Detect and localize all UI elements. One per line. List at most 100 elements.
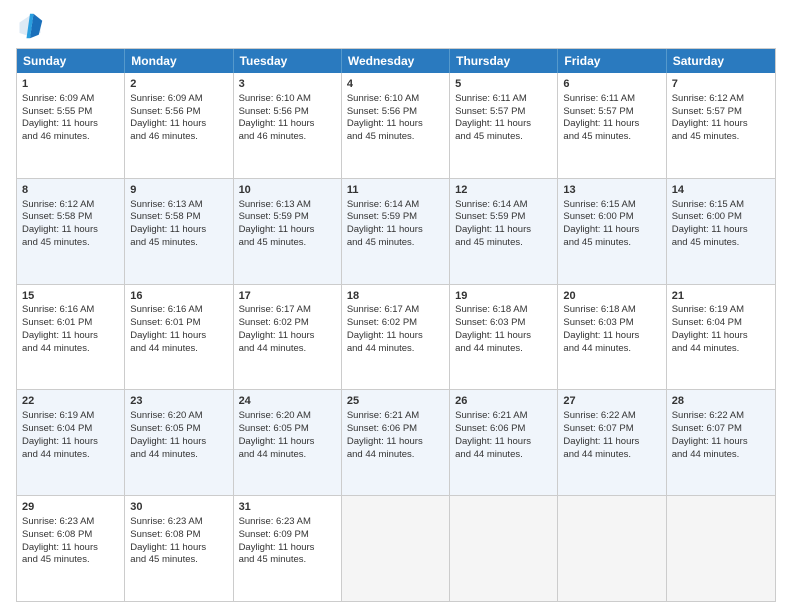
calendar-row-4: 22Sunrise: 6:19 AMSunset: 6:04 PMDayligh…: [17, 389, 775, 495]
calendar-cell-day-26: 26Sunrise: 6:21 AMSunset: 6:06 PMDayligh…: [450, 390, 558, 495]
day-info-line: Daylight: 11 hours: [130, 436, 227, 449]
header-day-wednesday: Wednesday: [342, 49, 450, 73]
day-number: 31: [239, 500, 336, 515]
day-info-line: Sunrise: 6:23 AM: [130, 516, 227, 529]
day-info-line: Sunset: 6:07 PM: [563, 423, 660, 436]
calendar-cell-day-12: 12Sunrise: 6:14 AMSunset: 5:59 PMDayligh…: [450, 179, 558, 284]
calendar-cell-day-29: 29Sunrise: 6:23 AMSunset: 6:08 PMDayligh…: [17, 496, 125, 601]
day-info-line: Sunset: 5:57 PM: [672, 106, 770, 119]
day-info-line: Sunrise: 6:22 AM: [672, 410, 770, 423]
day-info-line: Sunrise: 6:17 AM: [239, 304, 336, 317]
logo-icon: [16, 12, 44, 40]
day-number: 13: [563, 183, 660, 198]
day-number: 17: [239, 289, 336, 304]
day-info-line: Daylight: 11 hours: [347, 330, 444, 343]
day-info-line: Sunrise: 6:13 AM: [239, 199, 336, 212]
day-info-line: and 45 minutes.: [672, 237, 770, 250]
calendar-cell-day-6: 6Sunrise: 6:11 AMSunset: 5:57 PMDaylight…: [558, 73, 666, 178]
day-info-line: Daylight: 11 hours: [239, 330, 336, 343]
day-info-line: Sunrise: 6:11 AM: [455, 93, 552, 106]
day-info-line: Sunset: 5:57 PM: [455, 106, 552, 119]
day-number: 19: [455, 289, 552, 304]
calendar-cell-day-21: 21Sunrise: 6:19 AMSunset: 6:04 PMDayligh…: [667, 285, 775, 390]
day-info-line: and 45 minutes.: [22, 237, 119, 250]
calendar-cell-empty: [667, 496, 775, 601]
day-info-line: and 45 minutes.: [563, 237, 660, 250]
day-info-line: Daylight: 11 hours: [455, 118, 552, 131]
day-info-line: Sunset: 6:05 PM: [239, 423, 336, 436]
day-info-line: Daylight: 11 hours: [563, 224, 660, 237]
day-info-line: Sunrise: 6:13 AM: [130, 199, 227, 212]
day-info-line: Daylight: 11 hours: [455, 436, 552, 449]
day-info-line: and 46 minutes.: [239, 131, 336, 144]
day-number: 18: [347, 289, 444, 304]
day-info-line: Sunset: 6:00 PM: [672, 211, 770, 224]
day-number: 22: [22, 394, 119, 409]
calendar-cell-day-15: 15Sunrise: 6:16 AMSunset: 6:01 PMDayligh…: [17, 285, 125, 390]
day-info-line: Sunset: 6:00 PM: [563, 211, 660, 224]
day-number: 26: [455, 394, 552, 409]
calendar-cell-day-20: 20Sunrise: 6:18 AMSunset: 6:03 PMDayligh…: [558, 285, 666, 390]
day-info-line: Daylight: 11 hours: [22, 436, 119, 449]
day-info-line: Sunrise: 6:16 AM: [22, 304, 119, 317]
day-number: 7: [672, 77, 770, 92]
day-number: 21: [672, 289, 770, 304]
calendar-cell-day-22: 22Sunrise: 6:19 AMSunset: 6:04 PMDayligh…: [17, 390, 125, 495]
calendar-cell-day-9: 9Sunrise: 6:13 AMSunset: 5:58 PMDaylight…: [125, 179, 233, 284]
calendar-cell-day-3: 3Sunrise: 6:10 AMSunset: 5:56 PMDaylight…: [234, 73, 342, 178]
day-number: 12: [455, 183, 552, 198]
day-info-line: Daylight: 11 hours: [22, 118, 119, 131]
day-info-line: Sunset: 6:06 PM: [347, 423, 444, 436]
day-info-line: and 46 minutes.: [130, 131, 227, 144]
day-number: 28: [672, 394, 770, 409]
day-info-line: Sunset: 5:57 PM: [563, 106, 660, 119]
calendar-cell-day-10: 10Sunrise: 6:13 AMSunset: 5:59 PMDayligh…: [234, 179, 342, 284]
calendar-cell-day-18: 18Sunrise: 6:17 AMSunset: 6:02 PMDayligh…: [342, 285, 450, 390]
day-info-line: Sunrise: 6:15 AM: [563, 199, 660, 212]
day-info-line: and 46 minutes.: [22, 131, 119, 144]
day-info-line: Daylight: 11 hours: [130, 118, 227, 131]
calendar-row-1: 1Sunrise: 6:09 AMSunset: 5:55 PMDaylight…: [17, 73, 775, 178]
day-info-line: and 44 minutes.: [563, 343, 660, 356]
day-info-line: Sunrise: 6:09 AM: [130, 93, 227, 106]
day-info-line: Sunset: 5:55 PM: [22, 106, 119, 119]
calendar-body: 1Sunrise: 6:09 AMSunset: 5:55 PMDaylight…: [17, 73, 775, 601]
calendar-cell-day-1: 1Sunrise: 6:09 AMSunset: 5:55 PMDaylight…: [17, 73, 125, 178]
day-info-line: and 44 minutes.: [455, 343, 552, 356]
day-number: 25: [347, 394, 444, 409]
day-number: 5: [455, 77, 552, 92]
day-info-line: Sunrise: 6:12 AM: [672, 93, 770, 106]
day-info-line: and 45 minutes.: [239, 237, 336, 250]
day-info-line: Sunset: 6:06 PM: [455, 423, 552, 436]
day-info-line: Sunset: 5:56 PM: [239, 106, 336, 119]
day-number: 11: [347, 183, 444, 198]
day-info-line: Sunset: 6:02 PM: [239, 317, 336, 330]
calendar-cell-day-19: 19Sunrise: 6:18 AMSunset: 6:03 PMDayligh…: [450, 285, 558, 390]
day-info-line: Daylight: 11 hours: [22, 224, 119, 237]
day-info-line: Sunset: 6:01 PM: [22, 317, 119, 330]
day-info-line: Sunset: 6:08 PM: [130, 529, 227, 542]
day-info-line: Daylight: 11 hours: [563, 436, 660, 449]
calendar-cell-day-14: 14Sunrise: 6:15 AMSunset: 6:00 PMDayligh…: [667, 179, 775, 284]
day-info-line: Daylight: 11 hours: [130, 330, 227, 343]
day-info-line: Sunrise: 6:14 AM: [347, 199, 444, 212]
day-info-line: and 45 minutes.: [563, 131, 660, 144]
day-number: 6: [563, 77, 660, 92]
day-info-line: Sunrise: 6:23 AM: [22, 516, 119, 529]
day-info-line: Sunrise: 6:19 AM: [22, 410, 119, 423]
day-info-line: Sunrise: 6:19 AM: [672, 304, 770, 317]
day-info-line: and 44 minutes.: [22, 449, 119, 462]
day-info-line: Sunset: 5:56 PM: [130, 106, 227, 119]
day-info-line: Daylight: 11 hours: [239, 224, 336, 237]
header-day-thursday: Thursday: [450, 49, 558, 73]
day-info-line: Daylight: 11 hours: [239, 118, 336, 131]
day-info-line: Daylight: 11 hours: [347, 224, 444, 237]
page: SundayMondayTuesdayWednesdayThursdayFrid…: [0, 0, 792, 612]
day-info-line: Daylight: 11 hours: [22, 542, 119, 555]
day-number: 9: [130, 183, 227, 198]
header: [16, 12, 776, 40]
calendar-cell-day-27: 27Sunrise: 6:22 AMSunset: 6:07 PMDayligh…: [558, 390, 666, 495]
calendar-cell-empty: [558, 496, 666, 601]
day-info-line: Sunset: 6:03 PM: [563, 317, 660, 330]
day-info-line: Sunset: 6:09 PM: [239, 529, 336, 542]
